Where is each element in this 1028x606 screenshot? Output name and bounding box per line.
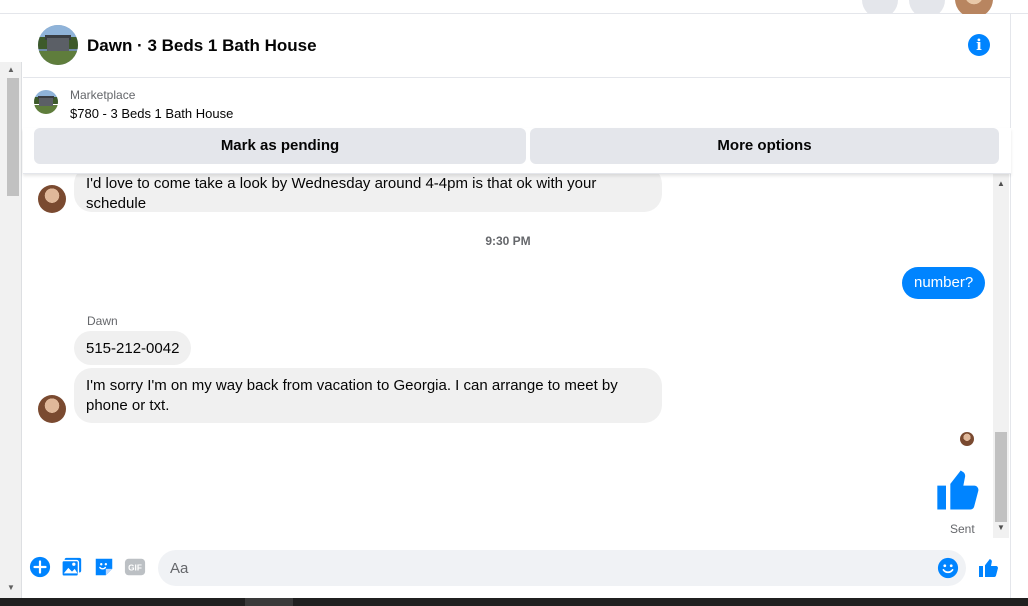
listing-banner[interactable]: Marketplace $780 - 3 Beds 1 Bath House <box>23 78 1011 128</box>
listing-thumbnail <box>34 90 58 114</box>
message-scrollbar-thumb[interactable] <box>995 432 1007 522</box>
sticker-icon[interactable] <box>93 556 115 578</box>
scroll-up-arrow-icon[interactable]: ▲ <box>7 66 15 74</box>
like-send-icon[interactable] <box>977 556 1001 580</box>
message-bubble-incoming[interactable]: I'm sorry I'm on my way back from vacati… <box>74 368 662 423</box>
message-list: I'd love to come take a look by Wednesda… <box>23 174 993 538</box>
chat-header: Dawn · 3 Beds 1 Bath House i <box>23 14 1011 78</box>
system-taskbar <box>0 598 1028 606</box>
page-scrollbar-thumb[interactable] <box>7 78 19 196</box>
thumbs-up-sticker-icon[interactable] <box>933 464 985 516</box>
sender-avatar[interactable] <box>38 395 66 423</box>
chat-window: Dawn · 3 Beds 1 Bath House i Marketplace… <box>23 14 1011 598</box>
emoji-icon[interactable] <box>937 557 959 579</box>
house-photo <box>38 25 78 65</box>
listing-actions: Mark as pending More options <box>23 128 1011 174</box>
sender-name: Dawn <box>87 314 118 328</box>
message-bubble-incoming[interactable]: I'd love to come take a look by Wednesda… <box>74 174 662 212</box>
sent-status: Sent <box>950 522 975 536</box>
top-bar <box>0 0 1028 18</box>
message-bubble-outgoing[interactable]: number? <box>902 267 986 299</box>
scroll-down-arrow-icon[interactable]: ▼ <box>997 524 1005 532</box>
plus-icon[interactable] <box>29 556 51 578</box>
message-composer: GIF <box>23 542 1011 592</box>
more-options-button[interactable]: More options <box>530 128 999 164</box>
scroll-up-arrow-icon[interactable]: ▲ <box>997 180 1005 188</box>
svg-text:GIF: GIF <box>128 564 142 573</box>
message-input[interactable] <box>158 550 966 586</box>
page-scrollbar[interactable]: ▲ ▼ <box>0 62 22 598</box>
gallery-icon[interactable] <box>61 556 83 578</box>
listing-source: Marketplace <box>70 88 136 102</box>
message-bubble-incoming[interactable]: 515-212-0042 <box>74 331 192 365</box>
info-icon[interactable]: i <box>968 34 990 56</box>
contact-avatar[interactable] <box>38 25 78 65</box>
gif-icon[interactable]: GIF <box>124 556 146 578</box>
listing-title: $780 - 3 Beds 1 Bath House <box>70 106 234 121</box>
messenger-page: ▲ ▼ Dawn · 3 Beds 1 Bath House i Marketp… <box>0 0 1028 606</box>
chat-title[interactable]: Dawn · 3 Beds 1 Bath House <box>87 36 317 56</box>
message-timestamp: 9:30 PM <box>485 234 531 248</box>
taskbar-app[interactable] <box>245 598 293 606</box>
read-receipt-avatar <box>960 432 974 446</box>
sender-avatar[interactable] <box>38 185 66 213</box>
mark-as-pending-button[interactable]: Mark as pending <box>34 128 526 164</box>
scroll-down-arrow-icon[interactable]: ▼ <box>7 584 15 592</box>
message-scrollbar[interactable]: ▲ ▼ <box>993 174 1009 538</box>
